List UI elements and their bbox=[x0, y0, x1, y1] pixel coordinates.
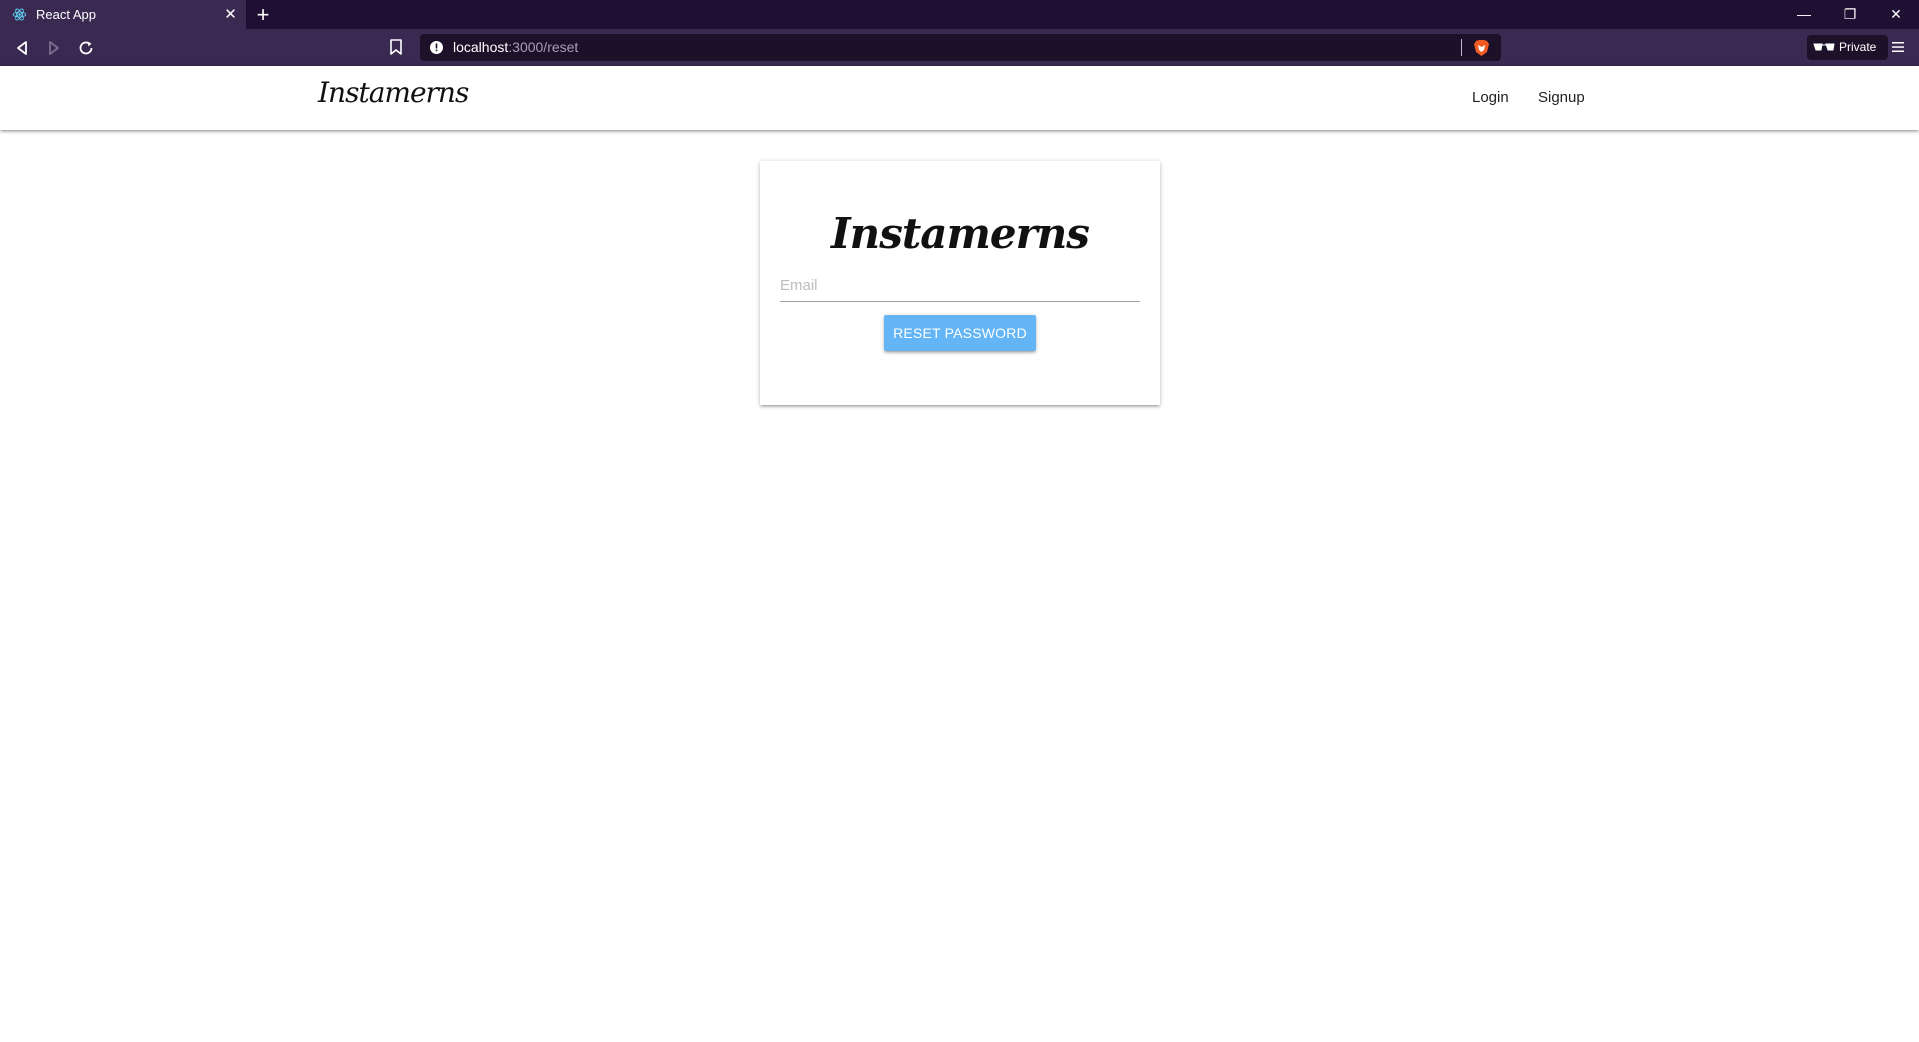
private-glasses-icon bbox=[1813, 43, 1835, 51]
page-content: Instamerns Login Signup Instamerns RESET… bbox=[0, 66, 1919, 1042]
url-text: localhost:3000/reset bbox=[453, 40, 578, 55]
tab-title: React App bbox=[36, 7, 96, 22]
new-tab-icon[interactable]: + bbox=[252, 4, 274, 26]
url-divider bbox=[1461, 39, 1462, 56]
back-icon[interactable] bbox=[11, 37, 33, 59]
reset-password-button[interactable]: RESET PASSWORD bbox=[884, 315, 1036, 351]
private-window-badge: Private bbox=[1807, 35, 1888, 60]
forward-icon[interactable] bbox=[43, 37, 65, 59]
reset-password-card: Instamerns RESET PASSWORD bbox=[760, 161, 1160, 405]
bookmark-icon[interactable] bbox=[389, 39, 403, 56]
url-host: localhost bbox=[453, 39, 509, 55]
restore-icon[interactable]: ❐ bbox=[1827, 0, 1873, 29]
close-tab-icon[interactable]: ✕ bbox=[222, 6, 239, 23]
browser-tab[interactable]: React App ✕ bbox=[0, 0, 246, 29]
card-brand-title: Instamerns bbox=[831, 209, 1090, 258]
app-navbar: Instamerns Login Signup bbox=[0, 66, 1919, 130]
url-path: :3000/reset bbox=[508, 39, 579, 55]
browser-tab-bar: React App ✕ + — ❐ ✕ bbox=[0, 0, 1919, 29]
email-field[interactable] bbox=[780, 270, 1140, 302]
minimize-icon[interactable]: — bbox=[1781, 0, 1827, 29]
nav-link-signup[interactable]: Signup bbox=[1538, 89, 1585, 107]
nav-link-login[interactable]: Login bbox=[1472, 89, 1509, 107]
close-window-icon[interactable]: ✕ bbox=[1873, 0, 1919, 29]
site-info-icon[interactable] bbox=[430, 41, 443, 54]
reload-icon[interactable] bbox=[75, 37, 97, 59]
browser-toolbar: localhost:3000/reset Private bbox=[0, 29, 1919, 66]
address-bar[interactable]: localhost:3000/reset bbox=[420, 34, 1501, 61]
brand-logo[interactable]: Instamerns bbox=[318, 76, 469, 109]
private-label: Private bbox=[1839, 40, 1877, 54]
react-favicon-icon bbox=[12, 8, 27, 21]
brave-shield-icon[interactable] bbox=[1473, 39, 1490, 57]
hamburger-menu-icon[interactable] bbox=[1890, 39, 1906, 55]
